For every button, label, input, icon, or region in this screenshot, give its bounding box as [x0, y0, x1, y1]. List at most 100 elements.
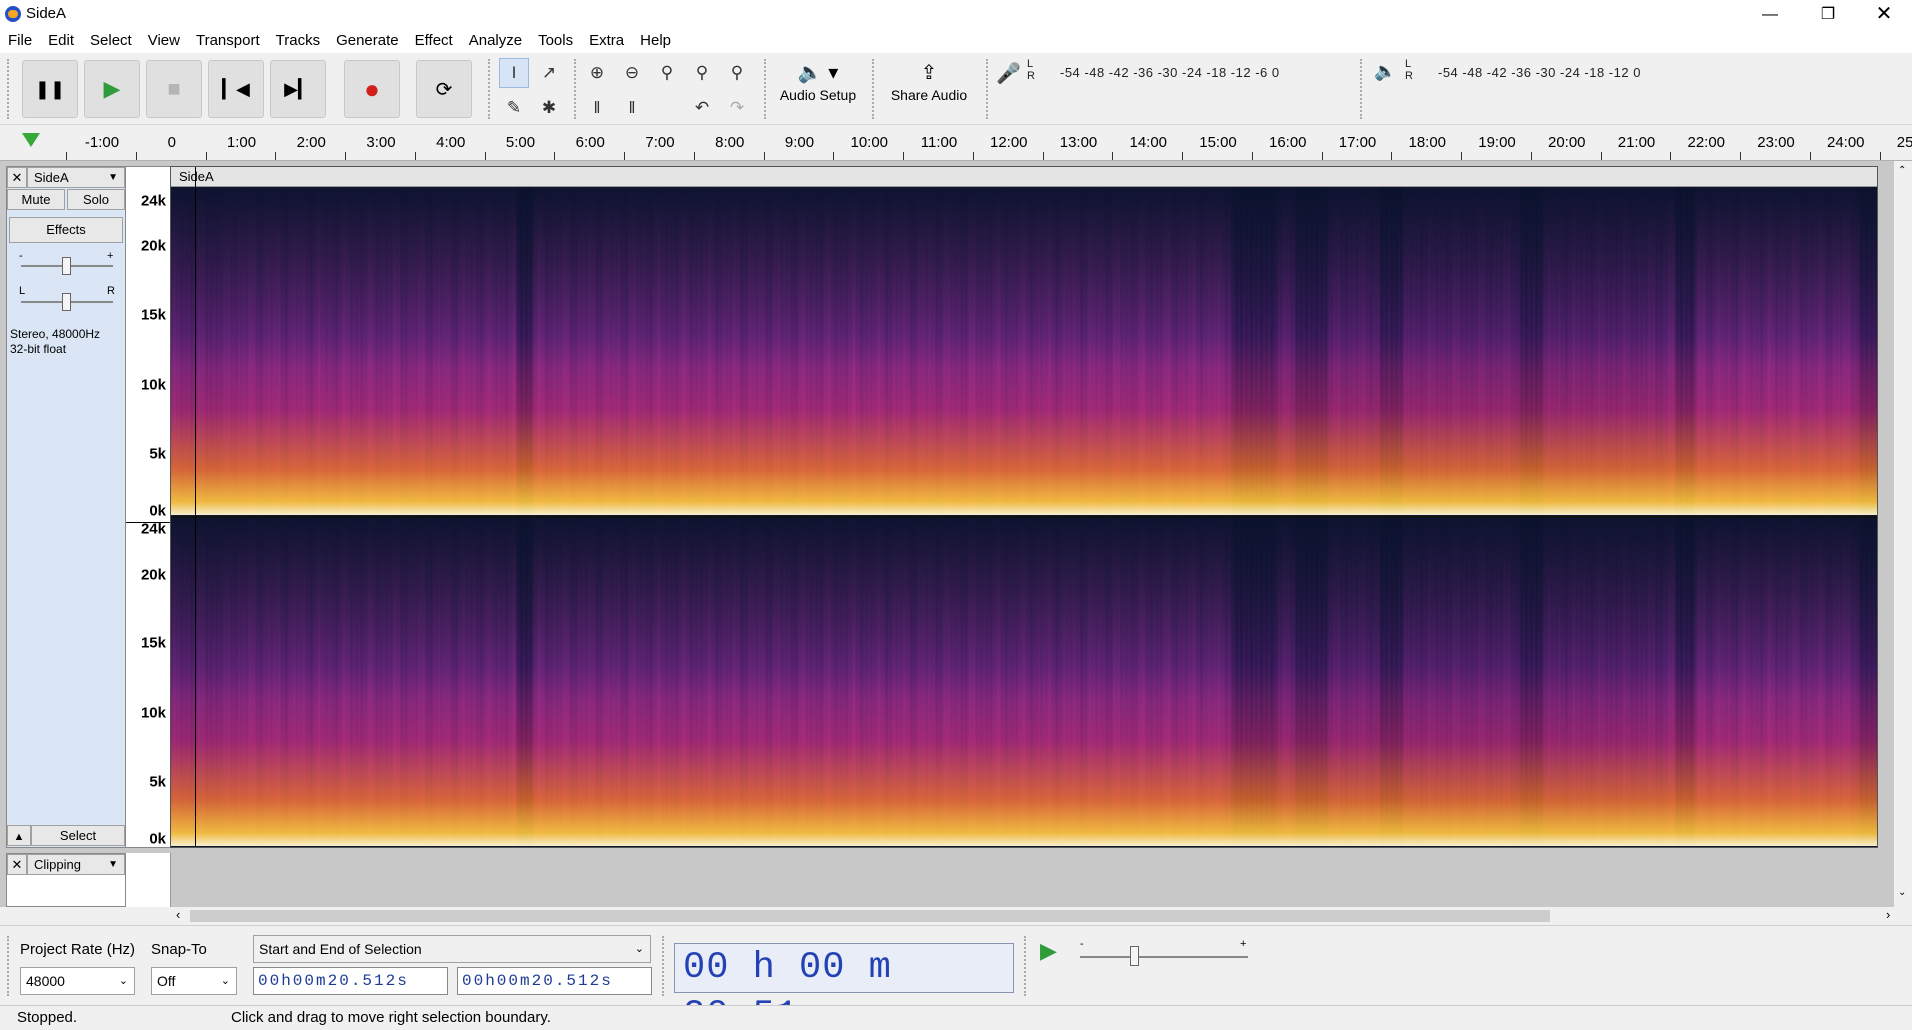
pan-slider-thumb[interactable] [62, 293, 71, 311]
menu-view[interactable]: View [140, 29, 188, 53]
spectrogram-left-channel[interactable] [171, 187, 1877, 515]
mute-button[interactable]: Mute [7, 189, 65, 210]
scroll-right-icon[interactable]: › [1886, 907, 1890, 922]
multi-tool[interactable]: ✱ [534, 93, 564, 123]
play-head-triangle-icon[interactable] [22, 133, 40, 147]
horizontal-scrollbar[interactable]: ‹ › [0, 907, 1912, 925]
vertical-scrollbar[interactable]: ⌃ ⌄ [1894, 161, 1912, 907]
redo-button[interactable]: ↷ [722, 93, 752, 123]
ruler-tick-label: 15:00 [1199, 134, 1237, 151]
menu-help[interactable]: Help [632, 29, 679, 53]
loop-button[interactable]: ⟳ [416, 60, 472, 118]
draw-tool[interactable]: ✎ [499, 93, 529, 123]
frequency-scale[interactable]: 24k 20k 15k 10k 5k 0k 24k 20k 15k 10k 5k… [126, 166, 170, 848]
time-toolbar-grip[interactable] [662, 936, 667, 996]
record-meter-grip[interactable] [986, 59, 991, 119]
menu-file[interactable]: File [0, 29, 40, 53]
minimize-button[interactable]: — [1742, 0, 1798, 29]
play-meter-grip[interactable] [1360, 59, 1365, 119]
audio-setup-grip[interactable] [764, 59, 769, 119]
speaker-meter-icon[interactable]: 🔈 [1374, 61, 1396, 82]
play-speed-slider-thumb[interactable] [1130, 946, 1139, 966]
zoom-out-button[interactable]: ⊖ [617, 58, 647, 88]
ruler-tick-label: 8:00 [715, 134, 745, 151]
silence-button[interactable]: ‖ [617, 93, 647, 123]
menu-select[interactable]: Select [82, 29, 140, 53]
share-grip[interactable] [872, 59, 877, 119]
menu-effect[interactable]: Effect [407, 29, 461, 53]
zoom-toggle-button[interactable]: ⚲ [722, 58, 752, 88]
toolbar-grip[interactable] [7, 59, 12, 119]
menu-tools[interactable]: Tools [530, 29, 581, 53]
menu-generate[interactable]: Generate [328, 29, 407, 53]
undo-button[interactable]: ↶ [687, 93, 717, 123]
label-track-close-button[interactable]: ✕ [7, 854, 27, 875]
horizontal-scroll-thumb[interactable] [190, 910, 1550, 922]
timeline-ruler[interactable]: -1:00 0 1:00 2:00 3:00 4:00 5:00 6:00 7:00 8:00 9:… [0, 125, 1912, 161]
selection-end-value: 00h00m20.512s [462, 972, 613, 990]
ruler-tick-label: 10:00 [850, 134, 889, 151]
spectrogram-view[interactable]: SideA [170, 166, 1878, 848]
fit-project-button[interactable]: ⚲ [687, 58, 717, 88]
audio-setup-label: Audio Setup [779, 87, 857, 103]
play-speed-slider[interactable] [1080, 956, 1248, 958]
ruler-tick-mark [763, 152, 765, 160]
scale-label-15k: 15k [140, 306, 166, 324]
menu-analyze[interactable]: Analyze [461, 29, 530, 53]
close-button[interactable]: ✕ [1856, 0, 1912, 29]
collapse-button[interactable]: ▲ [7, 825, 31, 846]
label-track-area[interactable] [170, 853, 1894, 907]
selection-toolbar-grip[interactable] [7, 936, 12, 996]
restore-button[interactable]: ❐ [1800, 0, 1856, 29]
ruler-tick-mark [1251, 152, 1253, 160]
record-meter[interactable]: L R -54 -48 -42 -36 -30 -24 -18 -12 -6 0 [1024, 58, 1354, 82]
scroll-up-icon[interactable]: ⌃ [1898, 165, 1906, 176]
share-audio-button[interactable]: ⇪ Share Audio [882, 59, 976, 119]
skip-to-end-button[interactable]: ▶▎ [270, 60, 326, 118]
scroll-down-icon[interactable]: ⌄ [1898, 887, 1906, 898]
audio-setup-button[interactable]: 🔈 ▾ Audio Setup [774, 59, 862, 119]
snap-to-select[interactable]: Off ⌄ [151, 967, 237, 995]
stop-button[interactable]: ■ [146, 60, 202, 118]
microphone-icon[interactable]: 🎤 [996, 61, 1021, 86]
track-name: SideA [34, 170, 69, 185]
menu-extra[interactable]: Extra [581, 29, 632, 53]
pencil-icon: ✎ [506, 98, 522, 117]
select-track-button[interactable]: Select [31, 825, 125, 846]
solo-button[interactable]: Solo [67, 189, 125, 210]
zoom-in-button[interactable]: ⊕ [582, 58, 612, 88]
play-at-speed-grip[interactable] [1024, 936, 1029, 996]
track-menu-button[interactable]: SideA ▼ [27, 167, 125, 188]
record-button[interactable]: ● [344, 60, 400, 118]
fit-selection-button[interactable]: ⚲ [652, 58, 682, 88]
skip-to-start-button[interactable]: ▎◀ [208, 60, 264, 118]
playback-meter[interactable]: L R -54 -48 -42 -36 -30 -24 -18 -12 0 [1402, 58, 1732, 82]
pause-icon: ❚❚ [34, 78, 66, 99]
menu-tracks[interactable]: Tracks [268, 29, 328, 53]
menu-transport[interactable]: Transport [188, 29, 268, 53]
spectrogram-right-channel[interactable] [171, 518, 1877, 846]
project-rate-select[interactable]: 48000 ⌄ [20, 967, 135, 995]
clip-title-bar[interactable]: SideA [171, 167, 1877, 187]
menu-edit[interactable]: Edit [40, 29, 82, 53]
gain-plus-label: + [107, 250, 114, 262]
effects-button[interactable]: Effects [9, 217, 123, 243]
audio-position-display[interactable]: 00 h 00 m 20.51 s [674, 943, 1014, 1030]
play-at-speed-button[interactable]: ▶ [1040, 938, 1057, 964]
pause-button[interactable]: ❚❚ [22, 60, 78, 118]
gain-slider-thumb[interactable] [62, 257, 71, 275]
scale-label-0k: 0k [149, 502, 166, 520]
play-button[interactable]: ▶ [84, 60, 140, 118]
edit-grip[interactable] [574, 59, 579, 119]
pan-right-label: R [107, 285, 115, 297]
track-close-button[interactable]: ✕ [7, 167, 27, 188]
envelope-tool[interactable]: ↗ [534, 58, 564, 88]
label-track-menu-button[interactable]: Clipping ▼ [27, 854, 125, 875]
selection-start-time[interactable]: 00h00m20.512s [253, 967, 448, 995]
selection-mode-select[interactable]: Start and End of Selection ⌄ [253, 935, 651, 963]
selection-tool[interactable]: I [499, 58, 529, 88]
selection-end-time[interactable]: 00h00m20.512s [457, 967, 652, 995]
scroll-left-icon[interactable]: ‹ [176, 907, 180, 922]
trim-button[interactable]: ‖ [582, 93, 612, 123]
tools-grip[interactable] [488, 59, 493, 119]
